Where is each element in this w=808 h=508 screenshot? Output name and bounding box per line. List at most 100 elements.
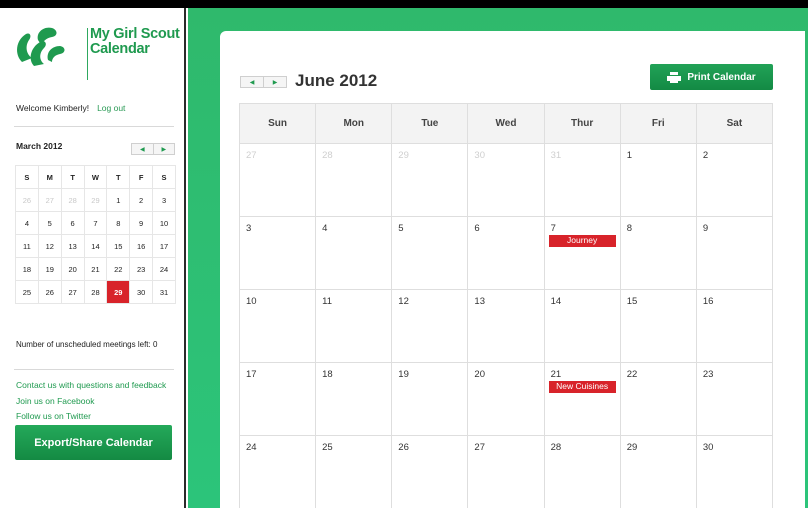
day-cell[interactable]: 25 [315, 435, 393, 508]
day-cell[interactable]: 29 [619, 435, 697, 508]
day-cell[interactable]: 20 [467, 362, 545, 436]
day-cell[interactable]: 10 [238, 289, 317, 363]
mini-day-cell[interactable]: 4 [15, 211, 39, 235]
facebook-link[interactable]: Join us on Facebook [16, 394, 166, 410]
calendar-panel: ◀ ▶ June 2012 Print Calendar Sun Mon Tue We… [220, 31, 805, 508]
day-cell[interactable]: 23 [695, 362, 774, 436]
mini-day-cell[interactable]: 29 [83, 188, 108, 212]
mini-day-cell[interactable]: 31 [152, 280, 176, 304]
footer-links: Contact us with questions and feedback J… [16, 378, 166, 425]
mini-day-cell[interactable]: 15 [106, 234, 131, 258]
day-cell[interactable]: 13 [467, 289, 545, 363]
mini-day-cell[interactable]: 5 [37, 211, 62, 235]
day-cell[interactable]: 22 [619, 362, 697, 436]
triangle-left-icon[interactable]: ◀ [132, 144, 153, 154]
day-cell[interactable]: 2 [695, 143, 774, 217]
mini-day-cell[interactable]: 18 [15, 257, 39, 281]
day-cell[interactable]: 30 [695, 435, 774, 508]
weekday-header: Sun [238, 103, 317, 144]
day-cell[interactable]: 28 [315, 143, 393, 217]
mini-day-cell[interactable]: 27 [37, 188, 62, 212]
day-cell[interactable]: 6 [467, 216, 545, 290]
day-number: 3 [246, 223, 252, 234]
mini-day-cell[interactable]: 26 [15, 188, 39, 212]
event-badge[interactable]: Journey [548, 235, 616, 247]
mini-day-cell[interactable]: 19 [37, 257, 62, 281]
day-cell[interactable]: 26 [391, 435, 469, 508]
event-badge[interactable]: New Cuisines [548, 381, 616, 393]
mini-day-cell[interactable]: 29 [106, 280, 131, 304]
mini-day-cell[interactable]: 30 [129, 280, 154, 304]
twitter-link[interactable]: Follow us on Twitter [16, 409, 166, 425]
day-cell[interactable]: 1 [619, 143, 697, 217]
mini-day-cell[interactable]: 11 [15, 234, 39, 258]
day-cell[interactable]: 11 [315, 289, 393, 363]
logout-link[interactable]: Log out [97, 103, 125, 113]
mini-day-cell[interactable]: 9 [129, 211, 154, 235]
day-number: 27 [246, 150, 257, 161]
mini-weekday-header: S [15, 165, 39, 189]
mini-day-cell[interactable]: 20 [60, 257, 85, 281]
day-cell[interactable]: 8 [619, 216, 697, 290]
mini-day-cell[interactable]: 24 [152, 257, 176, 281]
day-number: 25 [322, 442, 333, 453]
mini-day-cell[interactable]: 26 [37, 280, 62, 304]
day-number: 5 [398, 223, 404, 234]
day-cell[interactable]: 19 [391, 362, 469, 436]
day-cell[interactable]: 17 [238, 362, 317, 436]
day-cell[interactable]: 7 Journey [543, 216, 621, 290]
day-cell[interactable]: 15 [619, 289, 697, 363]
day-cell[interactable]: 3 [238, 216, 317, 290]
mini-day-cell[interactable]: 2 [129, 188, 154, 212]
mini-day-cell[interactable]: 27 [60, 280, 85, 304]
logo[interactable]: My Girl Scout Calendar [12, 22, 182, 80]
day-cell[interactable]: 24 [238, 435, 317, 508]
day-number: 15 [626, 296, 638, 307]
day-number: 29 [626, 442, 638, 453]
mini-day-cell[interactable]: 3 [152, 188, 176, 212]
export-share-button[interactable]: Export/Share Calendar [15, 425, 172, 460]
mini-day-cell[interactable]: 28 [60, 188, 85, 212]
day-cell[interactable]: 27 [467, 435, 545, 508]
day-cell[interactable]: 21 New Cuisines [543, 362, 621, 436]
mini-day-cell[interactable]: 12 [37, 234, 62, 258]
mini-day-cell[interactable]: 14 [83, 234, 108, 258]
mini-weekday-header: M [37, 165, 62, 189]
mini-day-cell[interactable]: 8 [106, 211, 131, 235]
mini-day-cell[interactable]: 21 [83, 257, 108, 281]
day-number: 27 [474, 442, 485, 453]
mini-day-cell[interactable]: 25 [15, 280, 39, 304]
mini-day-cell[interactable]: 13 [60, 234, 85, 258]
day-cell[interactable]: 28 [543, 435, 621, 508]
triangle-left-icon[interactable]: ◀ [241, 77, 263, 87]
mini-day-cell[interactable]: 17 [152, 234, 176, 258]
day-cell[interactable]: 5 [391, 216, 469, 290]
day-number: 7 [550, 223, 556, 234]
mini-day-cell[interactable]: 23 [129, 257, 154, 281]
mini-day-cell[interactable]: 22 [106, 257, 131, 281]
contact-link[interactable]: Contact us with questions and feedback [16, 378, 166, 394]
mini-weekday-header: F [129, 165, 154, 189]
triangle-right-icon[interactable]: ▶ [152, 144, 175, 154]
day-cell[interactable]: 4 [315, 216, 393, 290]
day-cell[interactable]: 16 [695, 289, 774, 363]
mini-day-cell[interactable]: 6 [60, 211, 85, 235]
day-cell[interactable]: 14 [543, 289, 621, 363]
day-cell[interactable]: 31 [543, 143, 621, 217]
mini-day-cell[interactable]: 10 [152, 211, 176, 235]
day-cell[interactable]: 12 [391, 289, 469, 363]
weekday-header: Sat [695, 103, 774, 144]
mini-day-cell[interactable]: 7 [83, 211, 108, 235]
day-cell[interactable]: 30 [467, 143, 545, 217]
mini-day-cell[interactable]: 1 [106, 188, 131, 212]
print-calendar-button[interactable]: Print Calendar [650, 64, 773, 90]
day-cell[interactable]: 27 [238, 143, 317, 217]
day-number: 18 [322, 369, 333, 380]
mini-day-cell[interactable]: 28 [83, 280, 108, 304]
triangle-right-icon[interactable]: ▶ [263, 77, 286, 87]
day-cell[interactable]: 29 [391, 143, 469, 217]
day-cell[interactable]: 9 [695, 216, 774, 290]
day-cell[interactable]: 18 [315, 362, 393, 436]
mini-weekday-header: T [60, 165, 85, 189]
mini-day-cell[interactable]: 16 [129, 234, 154, 258]
